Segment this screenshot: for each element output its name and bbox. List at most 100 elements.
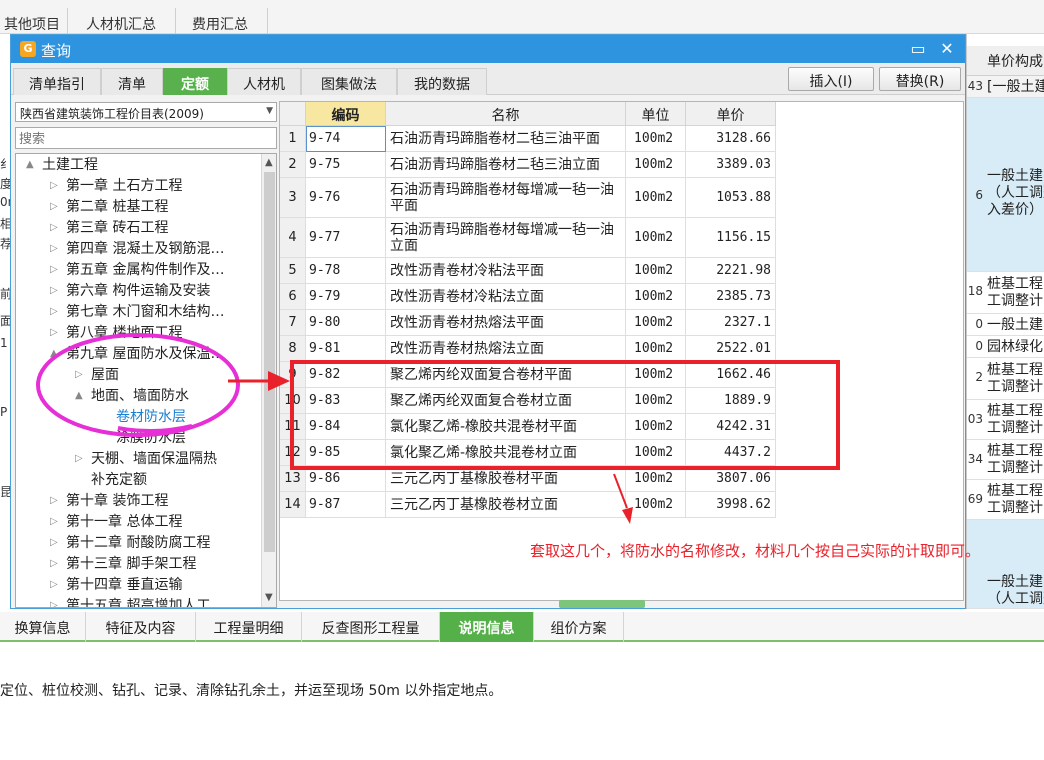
bg-left-char: P xyxy=(0,405,8,419)
expanded-icon[interactable]: ▲ xyxy=(75,386,87,406)
tree-item[interactable]: ▷ 第五章 金属构件制作及… xyxy=(50,260,225,280)
annotation-note: 套取这几个，将防水的名称修改，材料几个按自己实际的计取即可。 xyxy=(530,542,981,560)
tab-pricing-scheme[interactable]: 组价方案 xyxy=(534,612,624,642)
tree-item[interactable]: ▷ 第十四章 垂直运输 xyxy=(50,575,182,595)
bg-tab-cost-summary[interactable]: 费用汇总 xyxy=(182,8,268,34)
bg-tab-labor-material-summary[interactable]: 人材机汇总 xyxy=(76,8,176,34)
replace-button[interactable]: 替换(R) xyxy=(879,67,961,91)
bg-row-text: 园林绿化 xyxy=(987,339,1043,355)
col-header-code[interactable]: 编码 xyxy=(306,102,386,126)
collapsed-icon[interactable]: ▷ xyxy=(50,491,62,511)
tab-atlas-method[interactable]: 图集做法 xyxy=(301,68,397,95)
collapsed-icon[interactable]: ▷ xyxy=(50,197,62,217)
tree-item[interactable]: ▷ 第七章 木门窗和木结构… xyxy=(50,302,225,322)
tree-item[interactable]: ▷ 第十章 装饰工程 xyxy=(50,491,168,511)
search-input[interactable] xyxy=(15,127,277,149)
tab-quota[interactable]: 定额 xyxy=(163,68,227,95)
tree-item-label: 第十二章 耐酸防腐工程 xyxy=(66,535,211,551)
collapsed-icon[interactable]: ▷ xyxy=(50,512,62,532)
scroll-down-icon[interactable]: ▼ xyxy=(265,592,273,603)
tree-item[interactable]: ▲ 地面、墙面防水 xyxy=(75,386,189,406)
tab-reverse-quantity[interactable]: 反查图形工程量 xyxy=(302,612,440,642)
tree-item[interactable]: ▷ 第二章 桩基工程 xyxy=(50,197,168,217)
cell-name: 石油沥青玛蹄脂卷材每增减一毡一油平面 xyxy=(386,178,626,218)
collapsed-icon[interactable]: ▷ xyxy=(75,449,87,469)
bg-left-char: 相 xyxy=(0,217,10,231)
collapsed-icon[interactable]: ▷ xyxy=(50,260,62,280)
cell-code: 9-75 xyxy=(306,152,386,178)
close-icon[interactable]: ✕ xyxy=(936,39,958,59)
maximize-icon[interactable]: ▭ xyxy=(907,39,929,59)
col-header-price[interactable]: 单价 xyxy=(686,102,776,126)
table-row[interactable]: 3 9-76 石油沥青玛蹄脂卷材每增减一毡一油平面 100m2 1053.88 xyxy=(280,178,777,218)
bg-row: 0 园林绿化 xyxy=(967,336,1044,358)
tree-item-label: 第十五章 超高增加人工… xyxy=(66,598,225,608)
tree-item-label: 第五章 金属构件制作及… xyxy=(66,262,225,278)
tab-my-data[interactable]: 我的数据 xyxy=(397,68,487,95)
bg-column-header: 单价构成 xyxy=(967,46,1044,76)
table-row[interactable]: 1 9-74 石油沥青玛蹄脂卷材二毡三油平面 100m2 3128.66 xyxy=(280,126,777,152)
collapsed-icon[interactable]: ▷ xyxy=(50,596,62,607)
tree-item[interactable]: ▷ 第十一章 总体工程 xyxy=(50,512,182,532)
scroll-up-icon[interactable]: ▲ xyxy=(265,157,273,168)
tree-item[interactable]: ▷ 第三章 砖石工程 xyxy=(50,218,168,238)
tree-scrollbar[interactable]: ▲ ▼ xyxy=(261,154,276,607)
tree-item[interactable]: ▷ 第八章 楼地面工程 xyxy=(50,323,182,343)
collapsed-icon[interactable]: ▷ xyxy=(50,554,62,574)
tree-item-label: 第七章 木门窗和木结构… xyxy=(66,304,225,320)
dialog-titlebar[interactable]: G 查询 ▭ ✕ xyxy=(11,35,965,63)
tab-bill-guide[interactable]: 清单指引 xyxy=(13,68,101,95)
collapsed-icon[interactable]: ▷ xyxy=(50,239,62,259)
table-row[interactable]: 7 9-80 改性沥青卷材热熔法平面 100m2 2327.1 xyxy=(280,310,777,336)
tree-item-selected[interactable]: 卷材防水层 xyxy=(116,407,186,427)
bg-row-num: 03 xyxy=(967,412,983,426)
collapsed-icon[interactable]: ▷ xyxy=(50,176,62,196)
tree-item[interactable]: ▷ 第一章 土石方工程 xyxy=(50,176,182,196)
collapsed-icon[interactable]: ▷ xyxy=(50,533,62,553)
collapsed-icon[interactable]: ▷ xyxy=(50,218,62,238)
tree-item[interactable]: ▷ 第六章 构件运输及安装 xyxy=(50,281,210,301)
tab-features-content[interactable]: 特征及内容 xyxy=(86,612,196,642)
col-header-unit[interactable]: 单位 xyxy=(626,102,686,126)
table-row[interactable]: 2 9-75 石油沥青玛蹄脂卷材二毡三油立面 100m2 3389.03 xyxy=(280,152,777,178)
tree-item[interactable]: ▲ 第九章 屋面防水及保温… xyxy=(50,344,224,364)
tab-description-info[interactable]: 说明信息 xyxy=(440,612,534,642)
tree-item[interactable]: 涂膜防水层 xyxy=(116,428,186,448)
tab-bill[interactable]: 清单 xyxy=(101,68,163,95)
expanded-icon[interactable]: ▲ xyxy=(50,344,62,364)
col-header-name[interactable]: 名称 xyxy=(386,102,626,126)
tree-item[interactable]: ▷ 屋面 xyxy=(75,365,119,385)
tab-conversion-info[interactable]: 换算信息 xyxy=(0,612,86,642)
table-row[interactable]: 14 9-87 三元乙丙丁基橡胶卷材立面 100m2 3998.62 xyxy=(280,492,777,518)
table-row[interactable]: 5 9-78 改性沥青卷材冷粘法平面 100m2 2221.98 xyxy=(280,258,777,284)
table-row[interactable]: 6 9-79 改性沥青卷材冷粘法立面 100m2 2385.73 xyxy=(280,284,777,310)
insert-button[interactable]: 插入(I) xyxy=(788,67,874,91)
tree-item[interactable]: ▲ 土建工程 xyxy=(26,155,98,175)
tree-item[interactable]: ▷ 第四章 混凝土及钢筋混… xyxy=(50,239,224,259)
tree-item[interactable]: ▷ 天棚、墙面保温隔热 xyxy=(75,449,217,469)
table-row[interactable]: 4 9-77 石油沥青玛蹄脂卷材每增减一毡一油立面 100m2 1156.15 xyxy=(280,218,777,258)
expanded-icon[interactable]: ▲ xyxy=(26,155,38,175)
collapsed-icon[interactable]: ▷ xyxy=(50,302,62,322)
cell-unit: 100m2 xyxy=(626,284,686,310)
table-row[interactable]: 8 9-81 改性沥青卷材热熔法立面 100m2 2522.01 xyxy=(280,336,777,362)
background-top-tabs: 其他项目 人材机汇总 费用汇总 xyxy=(0,0,1044,34)
collapsed-icon[interactable]: ▷ xyxy=(50,323,62,343)
tree-item[interactable]: ▷ 第十五章 超高增加人工… xyxy=(50,596,225,608)
collapsed-icon[interactable]: ▷ xyxy=(75,365,87,385)
tree-item[interactable]: ▷ 第十三章 脚手架工程 xyxy=(50,554,196,574)
resize-grip[interactable] xyxy=(559,600,645,608)
row-index-header[interactable] xyxy=(280,102,306,126)
tree-item[interactable]: ▷ 第十二章 耐酸防腐工程 xyxy=(50,533,211,553)
collapsed-icon[interactable]: ▷ xyxy=(50,575,62,595)
tab-quantity-detail[interactable]: 工程量明细 xyxy=(196,612,302,642)
tree-item[interactable]: 补充定额 xyxy=(91,470,147,490)
scrollbar-thumb[interactable] xyxy=(264,172,275,552)
cell-unit: 100m2 xyxy=(626,258,686,284)
bg-tab-other-items[interactable]: 其他项目 xyxy=(0,8,68,34)
tab-labor-material[interactable]: 人材机 xyxy=(227,68,301,95)
collapsed-icon[interactable]: ▷ xyxy=(50,281,62,301)
bg-left-char: 面 xyxy=(0,314,10,328)
library-select[interactable]: 陕西省建筑装饰工程价目表(2009) ▼ xyxy=(15,102,277,122)
cell-idx: 2 xyxy=(280,152,306,178)
